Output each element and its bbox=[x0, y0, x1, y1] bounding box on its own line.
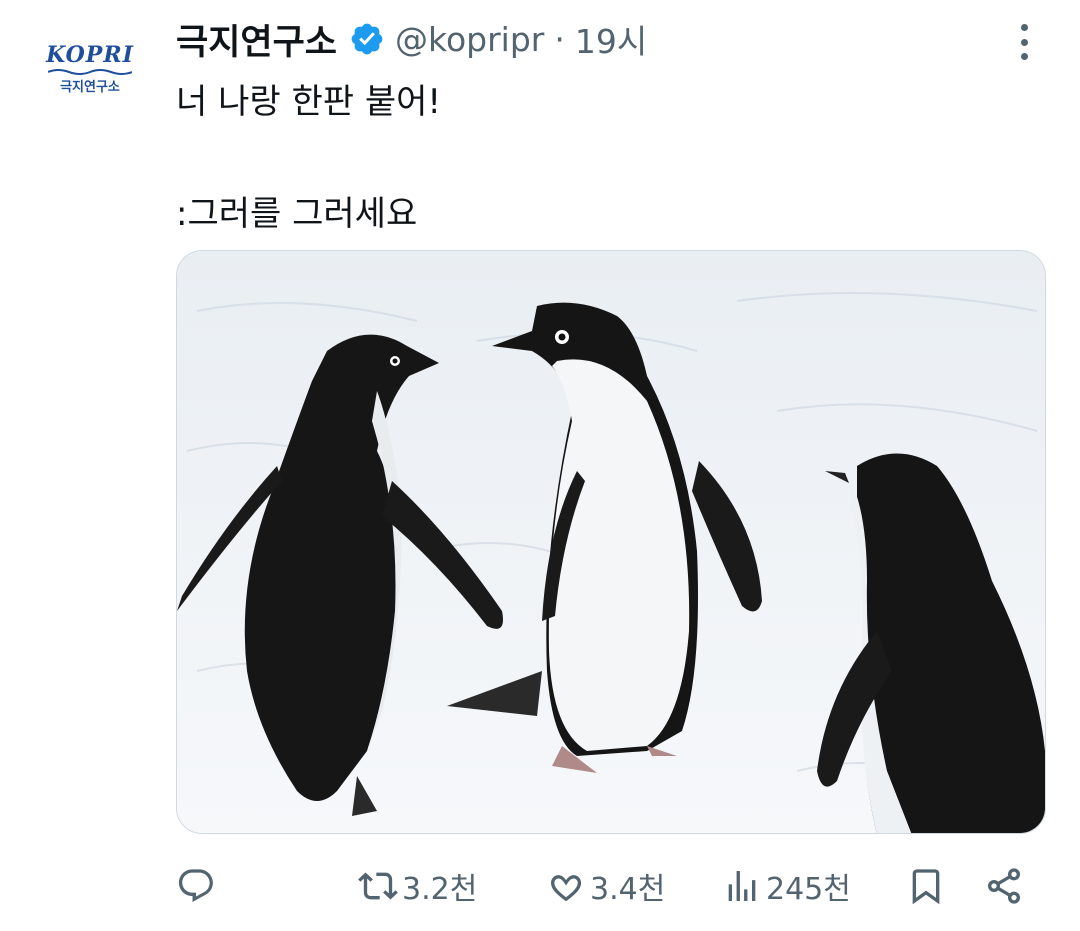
retweet-count: 3.2천 bbox=[402, 872, 478, 907]
bookmark-icon bbox=[912, 869, 940, 905]
reply-button[interactable] bbox=[176, 858, 216, 914]
tweet-actions: 3.2천 3.4천 245천 bbox=[0, 858, 1080, 914]
views-bar-chart-icon bbox=[728, 871, 756, 901]
tweet-text-line-2: :그러를 그러세요 bbox=[176, 194, 418, 234]
like-count: 3.4천 bbox=[590, 872, 666, 907]
tweet-header: 극지연구소 @kopripr · 19시 bbox=[176, 12, 647, 66]
avatar-logo-korean: 극지연구소 bbox=[60, 80, 120, 95]
share-icon bbox=[988, 868, 1020, 904]
tweet-text-line-1: 너 나랑 한판 붙어! bbox=[176, 82, 442, 122]
views-button[interactable]: 245천 bbox=[722, 858, 851, 914]
verified-badge-icon bbox=[351, 23, 383, 55]
author-handle[interactable]: @kopripr bbox=[395, 20, 544, 59]
tweet-timestamp[interactable]: 19시 bbox=[575, 15, 647, 63]
logo-wave-icon bbox=[48, 69, 132, 75]
tweet-media-image[interactable] bbox=[176, 250, 1046, 834]
reply-icon bbox=[178, 869, 213, 902]
retweet-icon bbox=[358, 872, 398, 900]
views-count: 245천 bbox=[766, 872, 851, 907]
avatar[interactable]: KOPRI 극지연구소 bbox=[22, 26, 154, 116]
retweet-button[interactable]: 3.2천 bbox=[358, 858, 477, 914]
penguins-photo bbox=[177, 251, 1045, 833]
bookmark-button[interactable] bbox=[906, 858, 946, 914]
share-button[interactable] bbox=[984, 858, 1024, 914]
more-options-icon[interactable] bbox=[1008, 22, 1040, 62]
avatar-logo-wordmark: KOPRI bbox=[46, 42, 134, 68]
author-name[interactable]: 극지연구소 bbox=[176, 14, 337, 65]
heart-icon bbox=[551, 875, 582, 902]
like-button[interactable]: 3.4천 bbox=[546, 858, 665, 914]
separator-dot: · bbox=[554, 19, 565, 59]
